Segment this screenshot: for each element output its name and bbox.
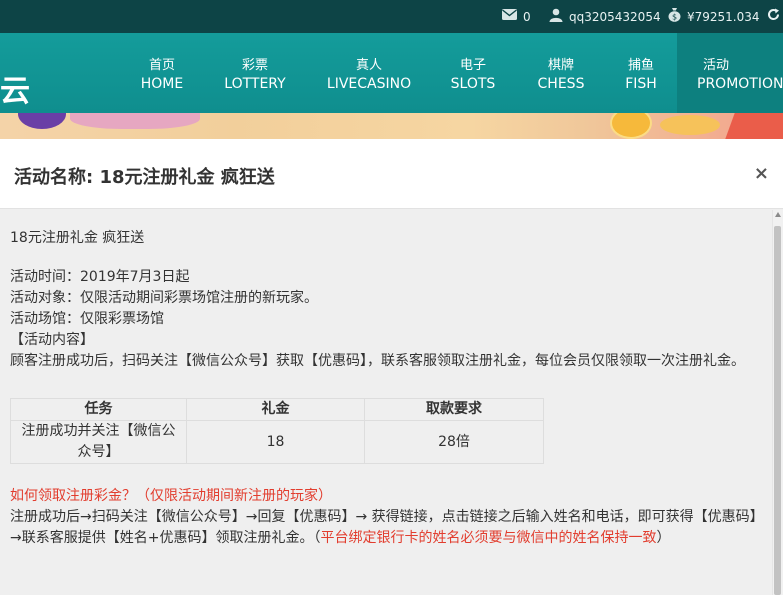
scroll-up-arrow-icon[interactable] [775, 212, 781, 217]
promo-content-text: 顾客注册成功后，扫码关注【微信公众号】获取【优惠码】，联系客服领取注册礼金，每位… [10, 353, 745, 369]
table-header-row: 任务 礼金 取款要求 [10, 398, 544, 421]
faq-note-close: ） [656, 530, 671, 546]
nav-label-en: SLOTS [450, 76, 496, 92]
promo-banner-image [0, 113, 783, 139]
nav-label-cn: 首页 [148, 58, 175, 73]
column-header-bonus: 礼金 [186, 398, 365, 421]
promo-target: 活动对象：仅限活动期间彩票场馆注册的新玩家。 [10, 290, 318, 306]
user-icon [549, 8, 563, 26]
balance-amount: ¥79251.034 [687, 9, 760, 24]
nav-item-chess[interactable]: 棋牌 CHESS [526, 33, 596, 113]
column-header-task: 任务 [10, 398, 187, 421]
nav-label-cn: 棋牌 [547, 58, 574, 73]
promo-intro: 18元注册礼金 疯狂送 [10, 230, 145, 246]
modal-title: 活动名称: 18元注册礼金 疯狂送 [14, 167, 275, 188]
mail-count: 0 [523, 9, 531, 24]
banner-decoration [724, 113, 783, 139]
refresh-icon[interactable] [767, 8, 780, 25]
nav-item-fish[interactable]: 捕鱼 FISH [614, 33, 668, 113]
reward-table: 任务 礼金 取款要求 注册成功并关注【微信公众号】 18 28倍 [10, 398, 544, 464]
nav-label-cn: 彩票 [241, 58, 268, 73]
promo-time: 活动时间：2019年7月3日起 [10, 269, 190, 285]
nav-item-livecasino[interactable]: 真人 LIVECASINO [318, 33, 420, 113]
nav-label-cn: 电子 [459, 58, 486, 73]
nav-label-cn: 活动 [702, 58, 729, 73]
faq-question: 如何领取注册彩金？（仅限活动期间新注册的玩家） [10, 488, 332, 504]
coin-decoration [660, 115, 720, 135]
nav-item-slots[interactable]: 电子 SLOTS [442, 33, 504, 113]
balance-indicator[interactable]: $ ¥79251.034 [668, 0, 780, 33]
nav-label-cn: 真人 [355, 58, 382, 73]
faq-answer: 注册成功后→扫码关注【微信公众号】→回复【优惠码】→ 获得链接，点击链接之后输入… [10, 507, 762, 549]
withdrawal-cell: 28倍 [364, 420, 544, 464]
nav-label-en: LIVECASINO [326, 76, 412, 92]
money-bag-icon: $ [668, 7, 681, 26]
column-header-withdrawal: 取款要求 [364, 398, 544, 421]
scrollbar-thumb[interactable] [774, 226, 781, 595]
nav-label-en: PROMOTION [697, 76, 783, 92]
envelope-icon [502, 9, 517, 24]
user-indicator[interactable]: qq3205432054 [549, 0, 661, 33]
promo-content-heading: 【活动内容】 [10, 332, 94, 348]
svg-text:$: $ [672, 13, 677, 22]
nav-item-home[interactable]: 首页 HOME [132, 33, 192, 113]
nav-label-en: LOTTERY [224, 76, 286, 92]
nav-item-promotion[interactable]: 活动 PROMOTION [677, 33, 783, 113]
nav-label-en: HOME [140, 76, 184, 92]
faq-note: 平台绑定银行卡的姓名必须要与微信中的姓名保持一致 [320, 530, 657, 546]
banner-decoration [18, 113, 66, 129]
modal-body: 18元注册礼金 疯狂送 活动时间：2019年7月3日起 活动对象：仅限活动期间彩… [0, 210, 772, 595]
close-icon[interactable]: × [754, 163, 769, 184]
promo-venue: 活动场馆：仅限彩票场馆 [10, 311, 164, 327]
bonus-cell: 18 [186, 420, 365, 464]
nav-label-en: CHESS [537, 76, 585, 92]
nav-item-lottery[interactable]: 彩票 LOTTERY [214, 33, 296, 113]
modal-header: 活动名称: 18元注册礼金 疯狂送 × [0, 139, 783, 209]
logo[interactable]: 云 [0, 77, 30, 107]
task-cell: 注册成功并关注【微信公众号】 [10, 420, 187, 464]
table-row: 注册成功并关注【微信公众号】 18 28倍 [10, 420, 544, 464]
coin-decoration [610, 113, 652, 139]
banner-decoration [70, 113, 200, 129]
top-bar: 0 qq3205432054 $ ¥79251.034 [0, 0, 783, 33]
mail-indicator[interactable]: 0 [502, 0, 531, 33]
username: qq3205432054 [569, 9, 661, 24]
main-navigation: 云 首页 HOME 彩票 LOTTERY 真人 LIVECASINO 电子 SL… [0, 33, 783, 113]
nav-label-en: FISH [625, 76, 657, 92]
